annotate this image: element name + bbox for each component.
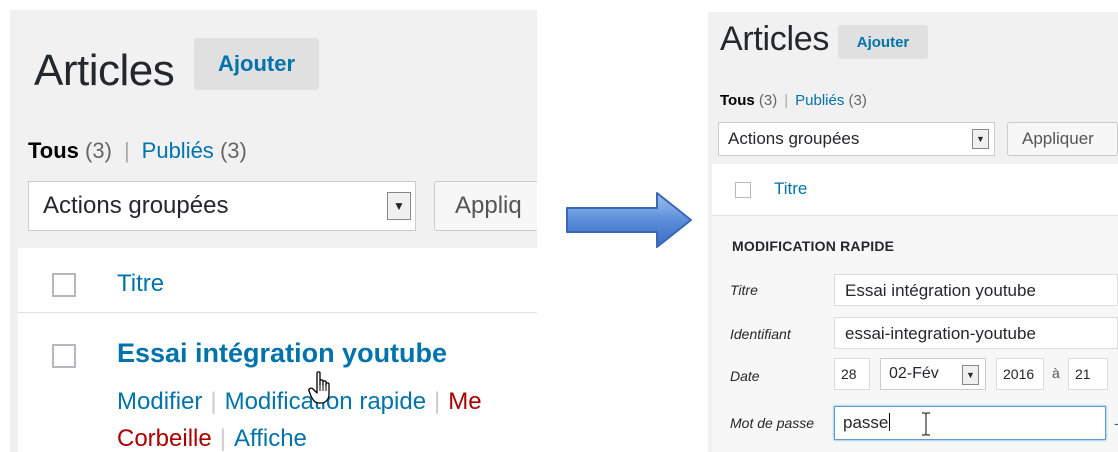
action-separator: | — [219, 425, 226, 452]
column-title-header[interactable]: Titre — [117, 270, 164, 298]
add-new-button[interactable]: Ajouter — [194, 38, 319, 90]
bulk-actions-select[interactable]: Actions groupées — [28, 181, 416, 231]
year-input[interactable]: 2016 — [996, 358, 1044, 390]
action-separator: | — [434, 388, 441, 415]
title-input[interactable]: Essai intégration youtube — [834, 274, 1118, 306]
day-input[interactable]: 28 — [834, 358, 870, 390]
filter-published[interactable]: Publiés (3) — [795, 92, 867, 109]
quick-edit-panel: MODIFICATION RAPIDE Titre Essai intégrat… — [712, 216, 1118, 452]
page-title: Articles — [720, 20, 830, 58]
title-label: Titre — [730, 282, 758, 298]
i-beam-icon — [922, 412, 930, 436]
password-input[interactable]: passe — [834, 406, 1106, 440]
left-screenshot-panel: Articles Ajouter Tous (3) | Publiés (3) Ac… — [10, 10, 537, 452]
hand-pointer-icon — [308, 371, 330, 404]
filter-all[interactable]: Tous (3) — [28, 138, 112, 163]
status-filters: Tous (3) | Publiés (3) — [720, 92, 867, 109]
filter-published-label: Publiés — [141, 138, 214, 163]
action-separator: | — [210, 388, 217, 415]
filter-all-count: (3) — [758, 92, 778, 109]
filter-all-label: Tous — [720, 92, 755, 109]
filter-separator: | — [123, 138, 130, 163]
more-link[interactable]: Me — [448, 388, 481, 415]
quick-edit-heading: MODIFICATION RAPIDE — [732, 238, 895, 254]
password-value: passe — [843, 413, 889, 432]
filter-all-count: (3) — [85, 138, 112, 163]
chevron-down-icon[interactable]: ▼ — [962, 365, 979, 385]
apply-button[interactable]: Appliq — [434, 181, 537, 231]
posts-table: Titre Essai intégration youtube Modifier… — [18, 248, 537, 452]
add-new-button[interactable]: Ajouter — [838, 25, 928, 59]
chevron-down-icon[interactable]: ▼ — [387, 192, 411, 220]
table-header: Titre — [18, 248, 537, 313]
select-all-checkbox[interactable] — [735, 182, 751, 198]
slug-label: Identifiant — [730, 326, 791, 342]
chevron-down-icon[interactable]: ▼ — [972, 129, 989, 149]
row-actions: Modifier | Modification rapide | Me — [117, 388, 482, 416]
apply-button[interactable]: Appliquer — [1007, 122, 1118, 156]
column-title-header[interactable]: Titre — [774, 179, 807, 199]
right-screenshot-panel: Articles Ajouter Tous (3) | Publiés (3) Ac… — [708, 12, 1118, 452]
table-header: Titre — [712, 164, 1118, 216]
filter-all[interactable]: Tous (3) — [720, 92, 777, 109]
filter-published-count: (3) — [219, 138, 247, 163]
slug-input[interactable]: essai-integration-youtube — [834, 317, 1118, 349]
date-label: Date — [730, 368, 760, 384]
page-title: Articles — [34, 46, 175, 95]
row-checkbox[interactable] — [52, 344, 76, 368]
bulk-actions-select[interactable]: Actions groupées — [718, 122, 995, 156]
select-all-checkbox[interactable] — [52, 273, 76, 297]
posts-table: Titre MODIFICATION RAPIDE Titre Essai in… — [712, 164, 1118, 452]
post-title-link[interactable]: Essai intégration youtube — [117, 338, 447, 369]
text-caret — [889, 413, 891, 431]
filter-all-label: Tous — [28, 138, 79, 163]
view-link[interactable]: Affiche — [234, 425, 307, 452]
status-filters: Tous (3) | Publiés (3) — [28, 138, 247, 164]
password-dash: - — [1114, 415, 1118, 431]
filter-published-label: Publiés — [795, 92, 845, 109]
password-label: Mot de passe — [730, 415, 815, 431]
row-actions-second-line: Corbeille | Affiche — [117, 425, 307, 452]
right-arrow-icon — [566, 192, 692, 248]
hour-input[interactable]: 21 — [1068, 358, 1108, 390]
filter-separator: | — [784, 92, 789, 109]
at-label: à — [1052, 365, 1060, 381]
edit-link[interactable]: Modifier — [117, 388, 202, 415]
trash-link[interactable]: Corbeille — [117, 425, 212, 452]
filter-published[interactable]: Publiés (3) — [142, 138, 247, 163]
filter-published-count: (3) — [848, 92, 867, 109]
